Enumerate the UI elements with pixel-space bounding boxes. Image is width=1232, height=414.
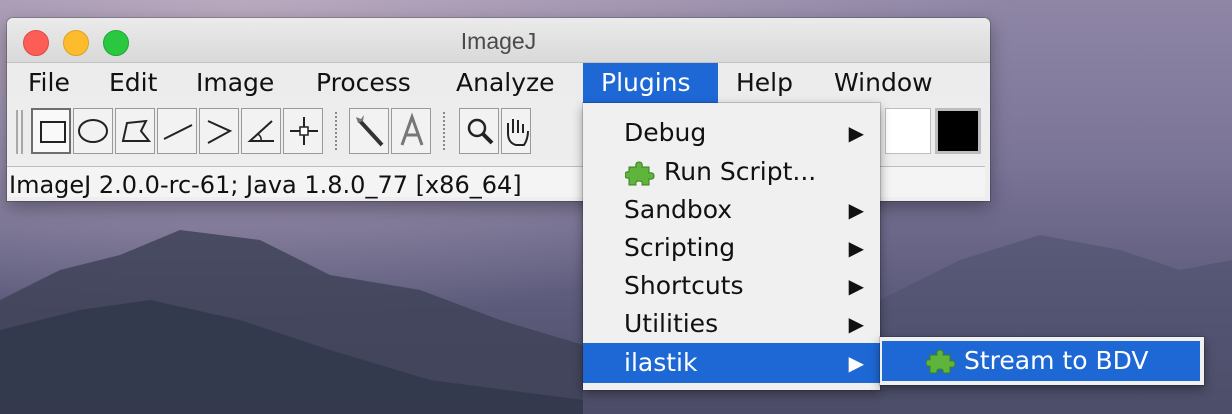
menu-help[interactable]: Help: [719, 63, 810, 103]
puzzle-piece-icon: [926, 349, 956, 374]
polygon-tool-icon: [121, 119, 152, 142]
submenu-arrow-icon: ▶: [848, 198, 864, 222]
angle-polyline-tool-icon: [207, 120, 233, 144]
submenu-arrow-icon: ▶: [848, 351, 864, 375]
menu-file[interactable]: File: [11, 63, 87, 103]
menu-item-label: Sandbox: [624, 195, 733, 224]
plugins-menu: Debug ▶ Run Script... Sandbox ▶ Scriptin…: [583, 103, 880, 390]
menu-item-stream-to-bdv[interactable]: Stream to BDV: [882, 341, 1200, 381]
submenu-arrow-icon: ▶: [848, 121, 864, 145]
menu-item-label: Run Script...: [664, 157, 817, 186]
line-tool-icon: [163, 124, 193, 140]
menu-item-label: Utilities: [624, 309, 719, 338]
magnifier-tool-button[interactable]: [459, 108, 499, 154]
toolbar-grip[interactable]: [16, 110, 18, 154]
menu-bar: File Edit Image Process Analyze Plugins …: [7, 63, 990, 103]
text-tool-icon: [400, 112, 424, 146]
background-color-swatch[interactable]: [935, 108, 981, 154]
toolbar-separator: [443, 112, 445, 152]
menu-process[interactable]: Process: [299, 63, 428, 103]
line-tool-button[interactable]: [157, 108, 197, 154]
angle-tool-icon: [247, 120, 274, 142]
menu-edit[interactable]: Edit: [92, 63, 174, 103]
menu-item-label: Stream to BDV: [964, 346, 1149, 375]
rectangle-tool-button[interactable]: [31, 108, 71, 154]
hand-tool-button[interactable]: [501, 108, 531, 154]
hand-tool-icon: [507, 119, 529, 146]
point-tool-button[interactable]: [283, 108, 323, 154]
point-tool-icon: [290, 117, 318, 145]
menu-item-label: Scripting: [624, 233, 736, 262]
menu-item-scripting[interactable]: Scripting ▶: [583, 229, 880, 267]
menu-item-label: ilastik: [624, 348, 698, 377]
rectangle-tool-icon: [40, 121, 66, 143]
polyline-tool-button[interactable]: [199, 108, 239, 154]
wand-tool-icon: [356, 115, 384, 147]
menu-item-sandbox[interactable]: Sandbox ▶: [583, 191, 880, 229]
status-text: ImageJ 2.0.0-rc-61; Java 1.8.0_77 [x86_6…: [9, 171, 522, 199]
toolbar-separator: [335, 112, 337, 152]
menu-plugins[interactable]: Plugins: [583, 63, 718, 103]
menu-analyze[interactable]: Analyze: [439, 63, 572, 103]
title-bar[interactable]: ImageJ: [7, 18, 990, 63]
menu-item-debug[interactable]: Debug ▶: [583, 114, 880, 152]
menu-item-run-script[interactable]: Run Script...: [583, 153, 880, 191]
puzzle-piece-icon: [625, 161, 655, 186]
menu-window[interactable]: Window: [817, 63, 950, 103]
magnifier-tool-icon: [467, 118, 494, 145]
menu-item-ilastik[interactable]: ilastik ▶: [583, 343, 880, 383]
submenu-arrow-icon: ▶: [848, 312, 864, 336]
angle-tool-button[interactable]: [241, 108, 281, 154]
menu-item-label: Shortcuts: [624, 271, 744, 300]
menu-item-label: Debug: [624, 118, 707, 147]
foreground-color-swatch[interactable]: [885, 108, 931, 154]
oval-tool-icon: [78, 119, 108, 143]
submenu-arrow-icon: ▶: [848, 236, 864, 260]
window-title: ImageJ: [460, 28, 537, 54]
submenu-arrow-icon: ▶: [848, 274, 864, 298]
polygon-tool-button[interactable]: [115, 108, 155, 154]
text-tool-button[interactable]: [391, 108, 431, 154]
ilastik-submenu: Stream to BDV: [880, 337, 1204, 385]
menu-item-shortcuts[interactable]: Shortcuts ▶: [583, 267, 880, 305]
menu-item-utilities[interactable]: Utilities ▶: [583, 305, 880, 343]
oval-tool-button[interactable]: [73, 108, 113, 154]
menu-image[interactable]: Image: [179, 63, 291, 103]
toolbar-grip[interactable]: [21, 110, 23, 154]
wand-tool-button[interactable]: [349, 108, 389, 154]
